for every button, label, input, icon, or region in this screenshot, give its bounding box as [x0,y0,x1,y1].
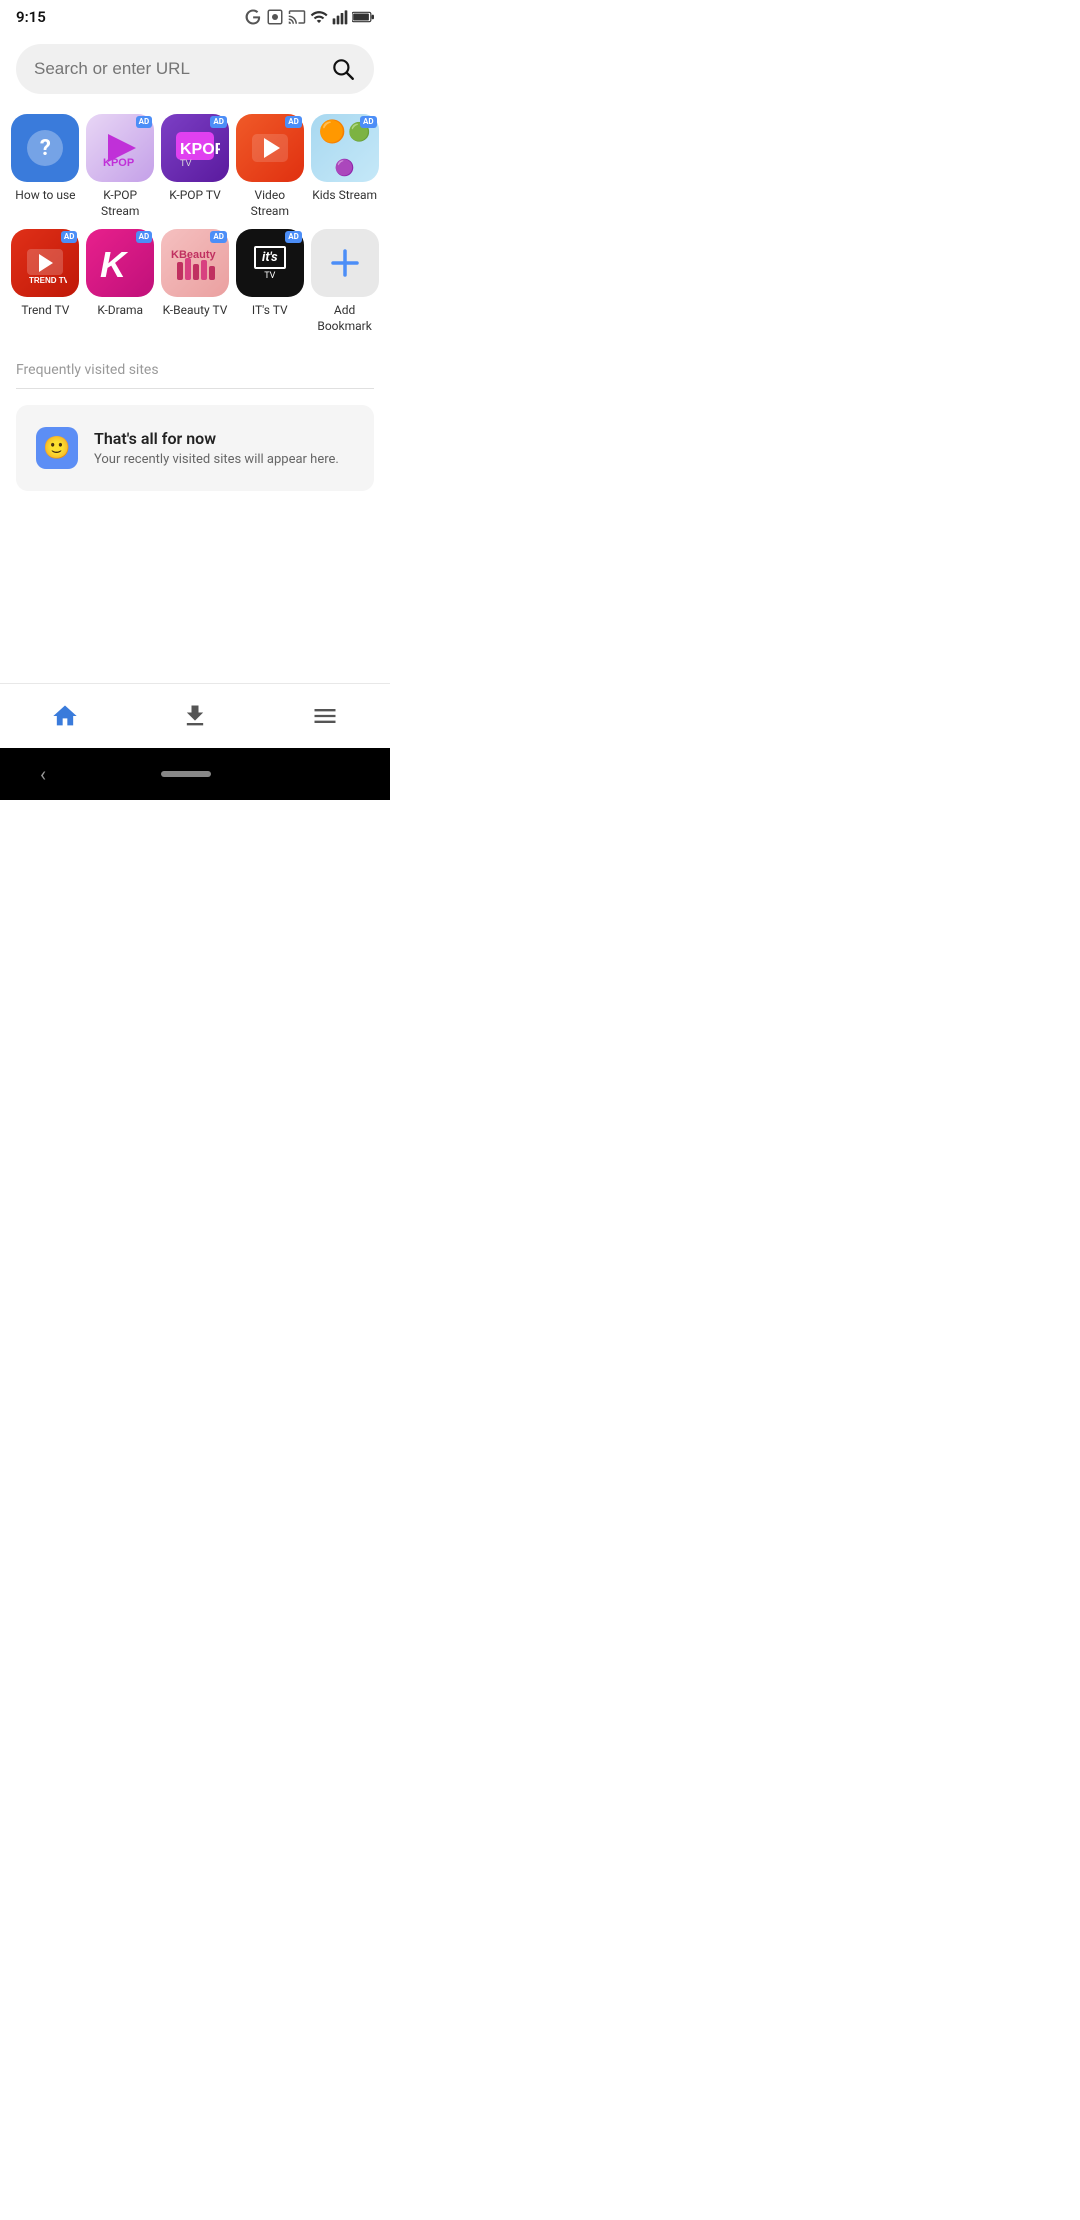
home-indicator[interactable] [161,771,211,777]
section-divider [16,388,374,389]
add-bookmark-icon [311,229,379,297]
bookmark-k-drama[interactable]: K AD K-Drama [83,229,158,334]
empty-state-title: That's all for now [94,429,339,448]
ad-badge-kpop-stream: AD [136,116,153,128]
bookmark-kids-stream[interactable]: 🟠🟢🟣 AD Kids Stream [307,114,382,219]
bookmark-kpop-tv[interactable]: KPOP TV AD K-POP TV [158,114,233,219]
ad-badge-kpop-tv: AD [210,116,227,128]
empty-state-card: 🙂 That's all for now Your recently visit… [16,405,374,491]
bookmark-trend-tv[interactable]: TREND TV AD Trend TV [8,229,83,334]
bookmark-label-kids-stream: Kids Stream [312,188,377,204]
bottom-nav [0,683,390,748]
search-icon [330,56,356,82]
svg-text:TV: TV [180,158,192,168]
back-button[interactable]: ‹ [40,762,46,786]
menu-icon [311,702,339,730]
ad-badge-trend-tv: AD [61,231,78,243]
svg-text:KPOP: KPOP [103,157,134,169]
bookmarks-grid: ? How to use KPOP AD K-POP Stream KPOP [0,104,390,344]
bookmark-label-k-beauty: K-Beauty TV [163,303,228,319]
search-bar-container [0,30,390,104]
home-icon [51,702,79,730]
svg-text:TREND TV: TREND TV [29,276,67,285]
home-nav-button[interactable] [31,698,99,734]
bookmark-video-stream[interactable]: AD Video Stream [232,114,307,219]
cast-icon [288,8,306,26]
status-bar: 9:15 [0,0,390,30]
ad-badge-kids-stream: AD [360,116,377,128]
google-icon [244,8,262,26]
bookmark-label-video-stream: Video Stream [236,188,304,219]
download-nav-button[interactable] [161,698,229,734]
bookmark-label-its-tv: IT's TV [252,303,288,319]
download-icon [181,702,209,730]
bookmark-label-kpop-stream: K-POP Stream [86,188,154,219]
empty-state-subtitle: Your recently visited sites will appear … [94,452,339,467]
svg-text:KBeauty: KBeauty [171,249,217,261]
battery-icon [352,11,374,23]
how-to-use-icon: ? [11,114,79,182]
signal-icon [332,8,348,26]
ad-badge-k-drama: AD [136,231,153,243]
bookmark-kpop-stream[interactable]: KPOP AD K-POP Stream [83,114,158,219]
bookmark-label-add: Add Bookmark [311,303,379,334]
empty-state-icon: 🙂 [36,427,78,469]
status-time: 9:15 [16,8,46,26]
status-icons [244,8,374,26]
wifi-icon [310,8,328,26]
search-input[interactable] [34,59,320,79]
bookmark-label-trend-tv: Trend TV [21,303,69,319]
svg-text:KPOP: KPOP [180,141,220,158]
bookmark-label-how-to-use: How to use [15,188,75,204]
system-nav-bar: ‹ [0,748,390,800]
ad-badge-its-tv: AD [285,231,302,243]
search-bar[interactable] [16,44,374,94]
screenshot-icon [266,8,284,26]
bookmark-label-k-drama: K-Drama [97,303,143,319]
svg-text:K: K [100,244,129,285]
main-spacer [0,491,390,683]
bookmark-its-tv[interactable]: it's TV AD IT's TV [232,229,307,334]
ad-badge-video-stream: AD [285,116,302,128]
empty-state-text: That's all for now Your recently visited… [94,429,339,467]
bookmark-how-to-use[interactable]: ? How to use [8,114,83,219]
ad-badge-k-beauty: AD [210,231,227,243]
bookmark-label-kpop-tv: K-POP TV [169,188,221,204]
menu-nav-button[interactable] [291,698,359,734]
bookmark-add[interactable]: Add Bookmark [307,229,382,334]
frequently-visited-title: Frequently visited sites [0,344,390,388]
bookmark-k-beauty[interactable]: KBeauty AD K-Beauty TV [158,229,233,334]
